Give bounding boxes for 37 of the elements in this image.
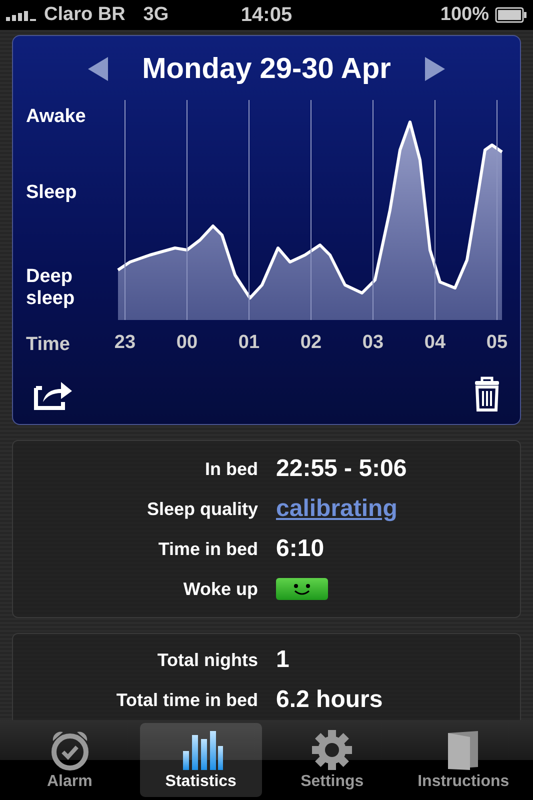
hour-label: 04	[424, 332, 446, 353]
hour-label: 00	[176, 332, 198, 353]
row-value: 22:55 - 5:06	[276, 455, 408, 483]
battery-icon	[495, 7, 527, 23]
time-axis-title: Time	[26, 334, 72, 356]
quality-link[interactable]: calibrating	[276, 495, 520, 523]
tab[interactable]: Statistics	[140, 723, 262, 797]
row-label: Total nights	[156, 650, 258, 670]
signal-icon	[6, 9, 38, 21]
tab[interactable]: Settings	[272, 723, 393, 797]
tab[interactable]: Instructions	[402, 723, 524, 797]
battery-percent: 100%	[440, 4, 489, 26]
carrier-name: Claro BR	[44, 4, 126, 26]
hour-label: 23	[114, 332, 136, 353]
row-value: 1	[276, 646, 290, 674]
hour-label: 01	[238, 332, 260, 353]
trash-icon[interactable]	[473, 376, 501, 412]
row-label: Woke up	[182, 578, 258, 600]
smiley-icon	[276, 578, 328, 600]
awake-label: Awake	[26, 106, 87, 128]
deep-sleep-label: Deep sleep	[26, 266, 76, 310]
hour-label: 05	[486, 332, 508, 353]
row-label: Total time in bed	[115, 690, 258, 710]
row-label: Sleep quality	[146, 498, 258, 520]
row-label: Time in bed	[157, 538, 258, 560]
clock-time: 14:05	[240, 4, 292, 26]
row-label: In bed	[204, 458, 258, 480]
hour-label: 03	[362, 332, 384, 353]
row-value: 6.2 hours	[276, 686, 384, 714]
row-value: 6:10	[276, 535, 326, 563]
tab[interactable]: Alarm	[9, 723, 130, 797]
hour-label: 02	[300, 332, 322, 353]
previous-arrow-icon[interactable]	[88, 57, 108, 81]
date-title: Monday 29-30 Apr	[142, 52, 391, 86]
sleep-label: Sleep	[26, 182, 78, 204]
next-arrow-icon[interactable]	[424, 57, 445, 81]
network-type: 3G	[143, 4, 169, 26]
